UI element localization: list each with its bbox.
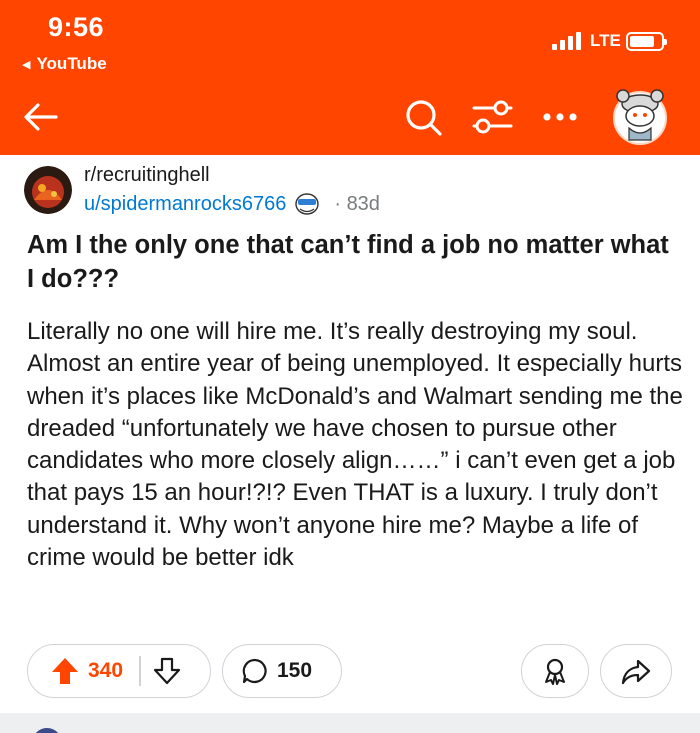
comments-button[interactable]: 150 [222, 644, 342, 698]
arrow-left-icon[interactable] [20, 96, 62, 138]
subreddit-avatar[interactable] [24, 166, 72, 214]
vote-divider [139, 656, 141, 686]
post-title: Am I the only one that can’t find a job … [27, 231, 669, 293]
award-button[interactable] [521, 644, 589, 698]
upvote-icon[interactable] [50, 656, 80, 686]
user-avatar-icon[interactable] [610, 82, 670, 146]
network-type: LTE [590, 31, 621, 50]
vote-control: 340 [27, 644, 211, 698]
back-app-label: YouTube [36, 54, 107, 73]
app-header: 9:56 ◀ YouTube LTE [0, 0, 700, 155]
post-body: Literally no one will hire me. It’s real… [27, 318, 683, 572]
vote-score: 340 [88, 659, 124, 682]
award-icon [545, 658, 565, 685]
downvote-icon[interactable] [153, 657, 181, 685]
author-username[interactable]: u/spidermanrocks6766 [84, 193, 286, 216]
post-author-line: u/spidermanrocks6766 · 83d [84, 191, 380, 217]
back-to-app-link[interactable]: ◀ YouTube [22, 54, 107, 74]
status-time: 9:56 [48, 12, 105, 42]
battery-icon [626, 32, 667, 51]
more-dots-icon[interactable] [540, 100, 580, 134]
post-age: · 83d [334, 192, 380, 215]
user-avatar-small-icon [295, 193, 320, 215]
back-triangle-icon: ◀ [22, 58, 31, 71]
post-age-value: 83d [346, 192, 380, 215]
subreddit-name[interactable]: r/recruitinghell [84, 164, 210, 187]
filter-icon[interactable] [470, 96, 514, 138]
feed-divider [0, 713, 700, 733]
signal-strength-icon [552, 30, 581, 50]
share-button[interactable] [600, 644, 672, 698]
comment-count: 150 [277, 659, 313, 682]
share-arrow-icon [621, 659, 651, 685]
search-icon[interactable] [402, 96, 444, 138]
comment-bubble-icon [242, 658, 267, 684]
